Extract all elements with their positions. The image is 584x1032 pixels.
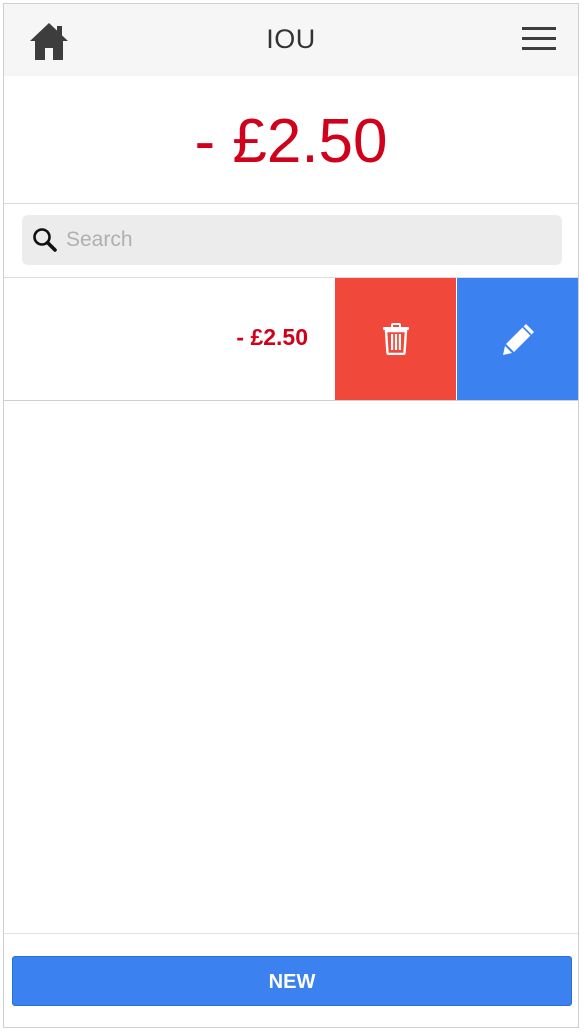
balance-summary: - £2.50: [4, 76, 578, 204]
trash-icon: [382, 323, 409, 355]
total-balance: - £2.50: [194, 107, 388, 176]
delete-button[interactable]: [335, 278, 456, 400]
pencil-icon: [502, 324, 534, 355]
edit-button[interactable]: [457, 278, 578, 400]
search-box[interactable]: [22, 215, 562, 265]
list-item[interactable]: - £2.50: [4, 278, 578, 401]
footer-bar: NEW: [4, 933, 578, 1027]
app-screen: IOU - £2.50 - £2.50: [3, 3, 579, 1028]
search-bar: [4, 204, 578, 278]
search-input[interactable]: [66, 215, 546, 265]
new-button[interactable]: NEW: [12, 956, 572, 1006]
item-amount: - £2.50: [236, 324, 308, 350]
hamburger-menu-icon: [522, 27, 556, 50]
menu-button[interactable]: [522, 24, 556, 54]
page-title: IOU: [266, 24, 316, 54]
search-icon: [33, 228, 57, 252]
header-bar: IOU: [4, 4, 578, 76]
